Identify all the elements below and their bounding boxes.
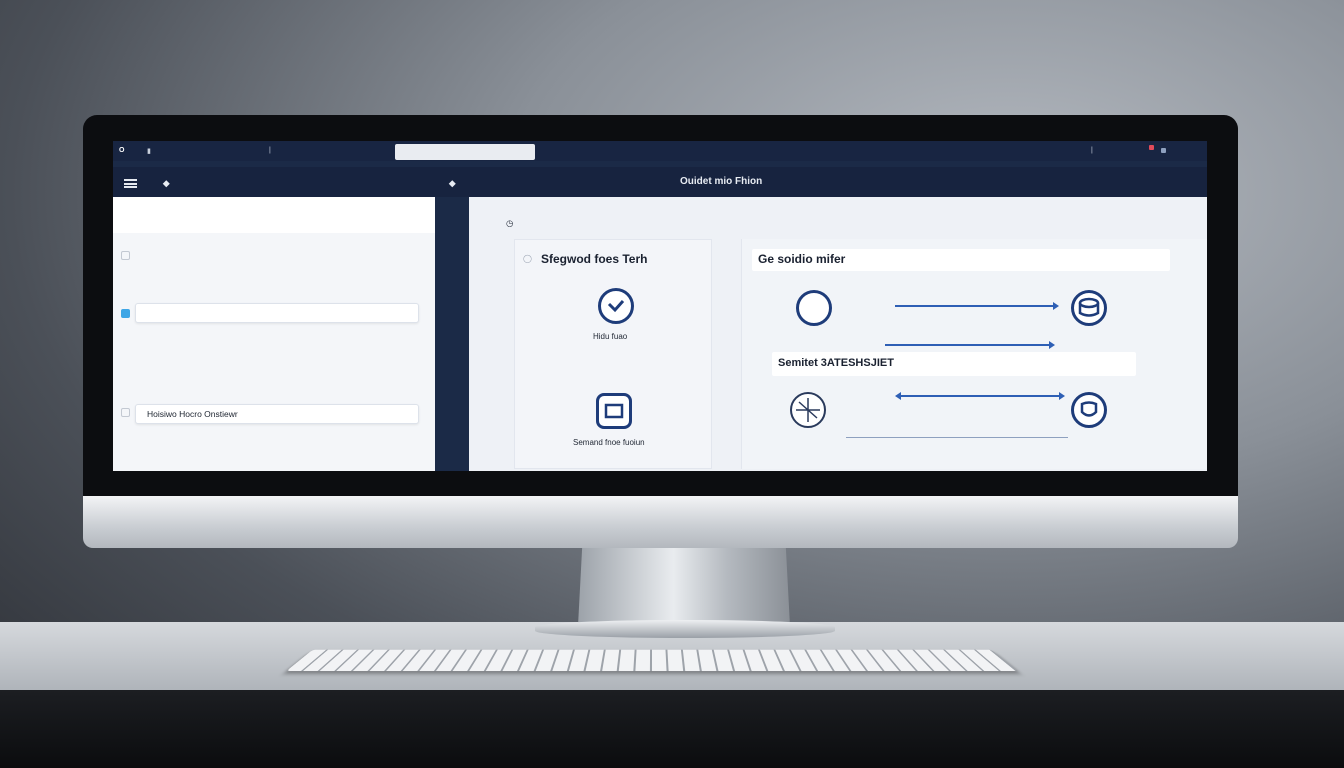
shield-check-icon[interactable] [598,288,634,324]
hamburger-menu-icon[interactable] [124,179,137,188]
info-icon [121,251,130,260]
globe-icon[interactable] [790,392,826,428]
flow-arrow [885,344,1053,346]
monitor-chin [83,496,1238,548]
keyboard [286,650,1017,671]
item-label: Hidu fuao [593,332,627,341]
monitor-stand [578,546,790,626]
right-panel: ◷ ◯ Sfegwod foes Terh Hidu fuao Semand f… [469,197,1207,471]
breadcrumb: ◷ [506,218,513,229]
card-title: Ge soidio mifer [758,252,845,266]
server-icon[interactable] [796,290,832,326]
settings-icon[interactable] [1161,148,1166,153]
screen: O ▮ | | ◆ ◆ Ouidet mio Fhion Hoisiwo Hoc… [113,141,1207,471]
card-title: Sfegwod foes Terh [541,252,647,266]
item-label: Semand fnoe fuoiun [573,438,645,447]
left-panel-header [113,197,435,233]
section-title: Semitet 3ATESHSJIET [778,357,894,369]
text-field[interactable] [135,303,419,323]
document-icon[interactable] [596,393,632,429]
monitor-stand-base [535,620,835,638]
divider: | [269,147,271,154]
clock-icon: ◷ [506,218,513,228]
divider: | [1091,147,1093,154]
shield-icon[interactable] [1071,392,1107,428]
field-icon [121,408,130,417]
flow-arrow [895,305,1057,307]
top-bar: O ▮ | | [113,141,1207,161]
workflow-card: Ge soidio mifer Semitet 3ATESHSJIET [741,239,1207,469]
home-icon[interactable]: ◆ [163,178,170,189]
text-field[interactable]: Hoisiwo Hocro Onstiewr [135,404,419,424]
notification-icon[interactable] [1149,145,1154,150]
desk-edge [0,690,1344,768]
service-card: ◯ Sfegwod foes Terh Hidu fuao Semand fno… [514,239,712,469]
menu-icon[interactable]: ▮ [147,147,151,155]
app-logo-icon[interactable]: O [119,147,124,154]
nav-bar: ◆ ◆ Ouidet mio Fhion [113,167,1207,197]
flow-arrow-bidirectional [897,395,1063,397]
connector-line [846,437,1068,438]
field-icon [121,309,130,318]
user-icon[interactable]: ◆ [449,178,456,189]
left-panel: Hoisiwo Hocro Onstiewr [113,197,435,471]
nav-item-active[interactable]: Ouidet mio Fhion [680,176,762,187]
radio-icon[interactable]: ◯ [523,254,532,263]
database-icon[interactable] [1071,290,1107,326]
search-input[interactable] [395,144,535,160]
